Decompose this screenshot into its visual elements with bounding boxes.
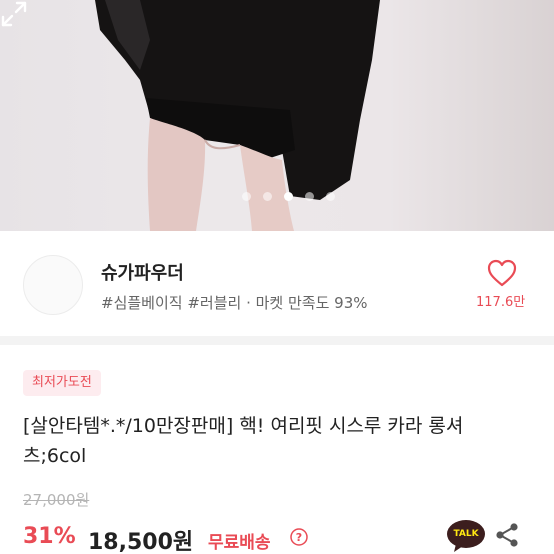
carousel-dots xyxy=(0,192,554,201)
svg-text:?: ? xyxy=(296,531,302,544)
talk-button[interactable]: TALK xyxy=(446,519,486,553)
sale-price: 18,500원 xyxy=(88,530,194,554)
lowest-price-badge: 최저가도전 xyxy=(23,370,101,396)
free-shipping-label: 무료배송 xyxy=(208,533,271,553)
discount-rate: 31% xyxy=(23,524,76,549)
carousel-dot-active[interactable] xyxy=(283,192,293,201)
carousel-dot[interactable] xyxy=(304,192,314,201)
help-icon[interactable]: ? xyxy=(290,528,308,546)
seller-avatar[interactable] xyxy=(23,255,83,315)
seller-tags: #심플베이직 #러블리 · 마켓 만족도 93% xyxy=(101,294,368,312)
product-image[interactable] xyxy=(0,0,554,231)
carousel-dot[interactable] xyxy=(262,192,272,201)
expand-icon[interactable] xyxy=(0,0,28,28)
share-icon[interactable] xyxy=(494,522,520,548)
carousel-dot[interactable] xyxy=(241,192,251,201)
seller-name[interactable]: 슈가파우더 xyxy=(101,259,184,285)
carousel-dot[interactable] xyxy=(325,192,335,201)
section-divider xyxy=(0,336,554,345)
like-count: 117.6만 xyxy=(476,295,526,310)
talk-label: TALK xyxy=(453,529,479,539)
original-price: 27,000원 xyxy=(23,491,90,509)
product-title: [살안타템*.*/10만장판매] 핵! 여리핏 시스루 카라 롱셔츠;6col xyxy=(23,415,464,467)
heart-icon[interactable] xyxy=(486,258,518,288)
